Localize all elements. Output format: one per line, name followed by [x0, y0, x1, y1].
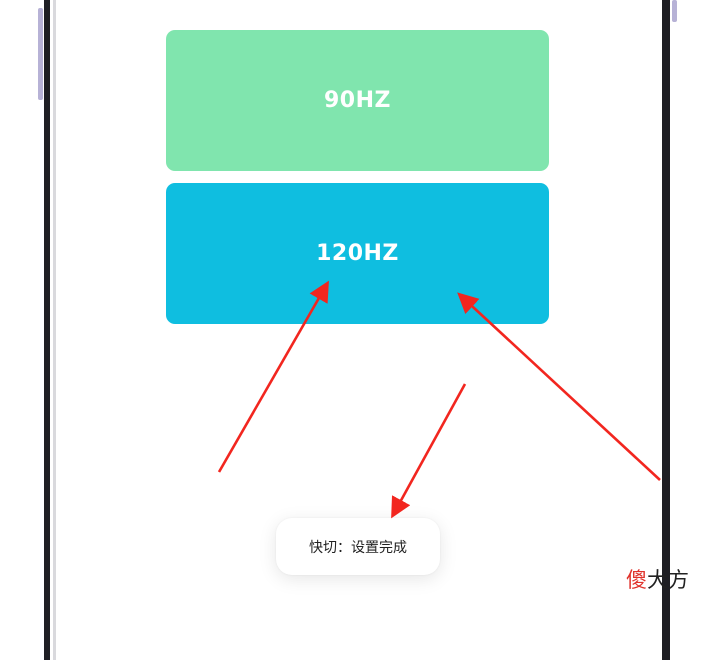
watermark-part-1: 傻: [626, 568, 647, 592]
site-watermark: 傻大方: [626, 564, 689, 594]
arrow-to-120hz-right: [457, 292, 661, 481]
annotation-arrows: [217, 280, 661, 519]
arrow-to-toast: [391, 383, 467, 519]
arrow-to-120hz-left: [217, 280, 329, 473]
watermark-part-2: 大方: [647, 568, 689, 592]
